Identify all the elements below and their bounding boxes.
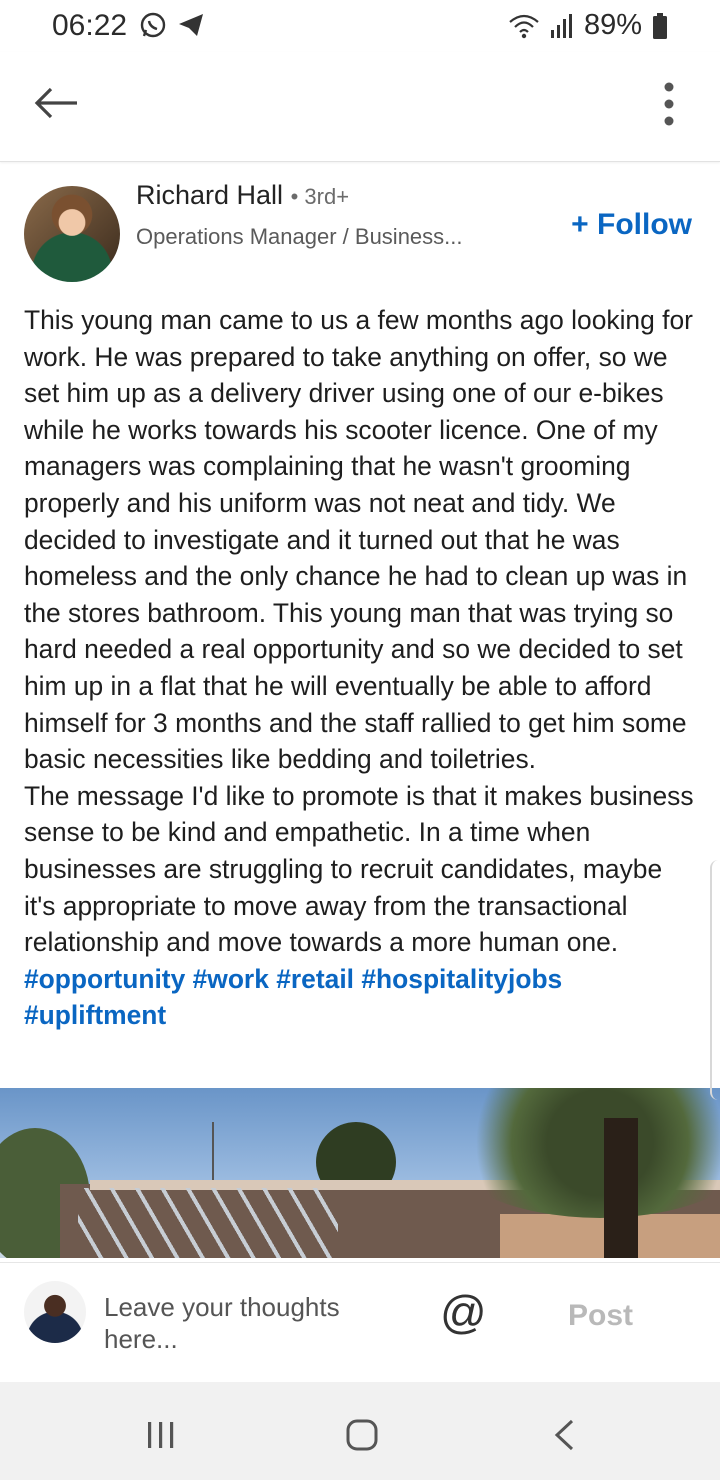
author-avatar[interactable] (24, 186, 120, 282)
author-name: Richard Hall (136, 180, 284, 210)
status-bar: 06:22 89% (0, 0, 720, 52)
post-comment-button[interactable]: Post (568, 1299, 633, 1333)
post-paragraph: This young man came to us a few months a… (24, 305, 693, 775)
notification-icons (138, 10, 206, 40)
recent-apps-icon (148, 1422, 174, 1448)
connection-degree: • 3rd+ (290, 184, 350, 209)
more-options-button[interactable] (654, 74, 684, 134)
system-nav-bar (0, 1382, 720, 1480)
comment-input[interactable]: Leave your thoughts here... (104, 1291, 404, 1355)
battery-icon (653, 12, 667, 39)
signal-icon (550, 13, 572, 38)
hashtag-link[interactable]: #hospitalityjobs (361, 964, 562, 994)
status-right: 89% (508, 9, 668, 42)
home-button[interactable] (345, 1418, 379, 1457)
follow-button[interactable]: + Follow (571, 208, 692, 242)
wifi-icon (509, 14, 539, 38)
back-button[interactable] (26, 78, 86, 128)
post-image[interactable] (0, 1088, 720, 1258)
hashtag-link[interactable]: #work (193, 964, 269, 994)
more-vert-icon (664, 82, 674, 126)
home-icon (346, 1419, 378, 1451)
post-paragraph: The message I'd like to promote is that … (24, 780, 694, 1031)
author-headline: Operations Manager / Business... (136, 224, 463, 249)
app-bar (0, 52, 720, 162)
post-author-header: Richard Hall • 3rd+ Operations Manager /… (24, 180, 704, 290)
hashtag-link[interactable]: #retail (276, 964, 354, 994)
telegram-icon (179, 14, 203, 36)
scroll-indicator (710, 860, 720, 1100)
back-icon (554, 1419, 574, 1451)
author-name-row[interactable]: Richard Hall • 3rd+ (136, 180, 349, 211)
comment-bar: Leave your thoughts here... @ Post (0, 1262, 720, 1382)
current-user-avatar (24, 1281, 86, 1343)
hashtag-link[interactable]: #opportunity (24, 964, 185, 994)
status-time: 06:22 (52, 9, 128, 42)
back-arrow-icon (34, 87, 77, 119)
battery-level: 89% (583, 9, 642, 41)
post-text: This young man came to us a few months a… (24, 302, 700, 1034)
nav-back-button[interactable] (552, 1418, 576, 1457)
mention-button[interactable]: @ (440, 1289, 487, 1335)
hashtag-link[interactable]: #upliftment (24, 1000, 166, 1030)
recent-apps-button[interactable] (145, 1420, 177, 1455)
whatsapp-icon (140, 12, 166, 38)
